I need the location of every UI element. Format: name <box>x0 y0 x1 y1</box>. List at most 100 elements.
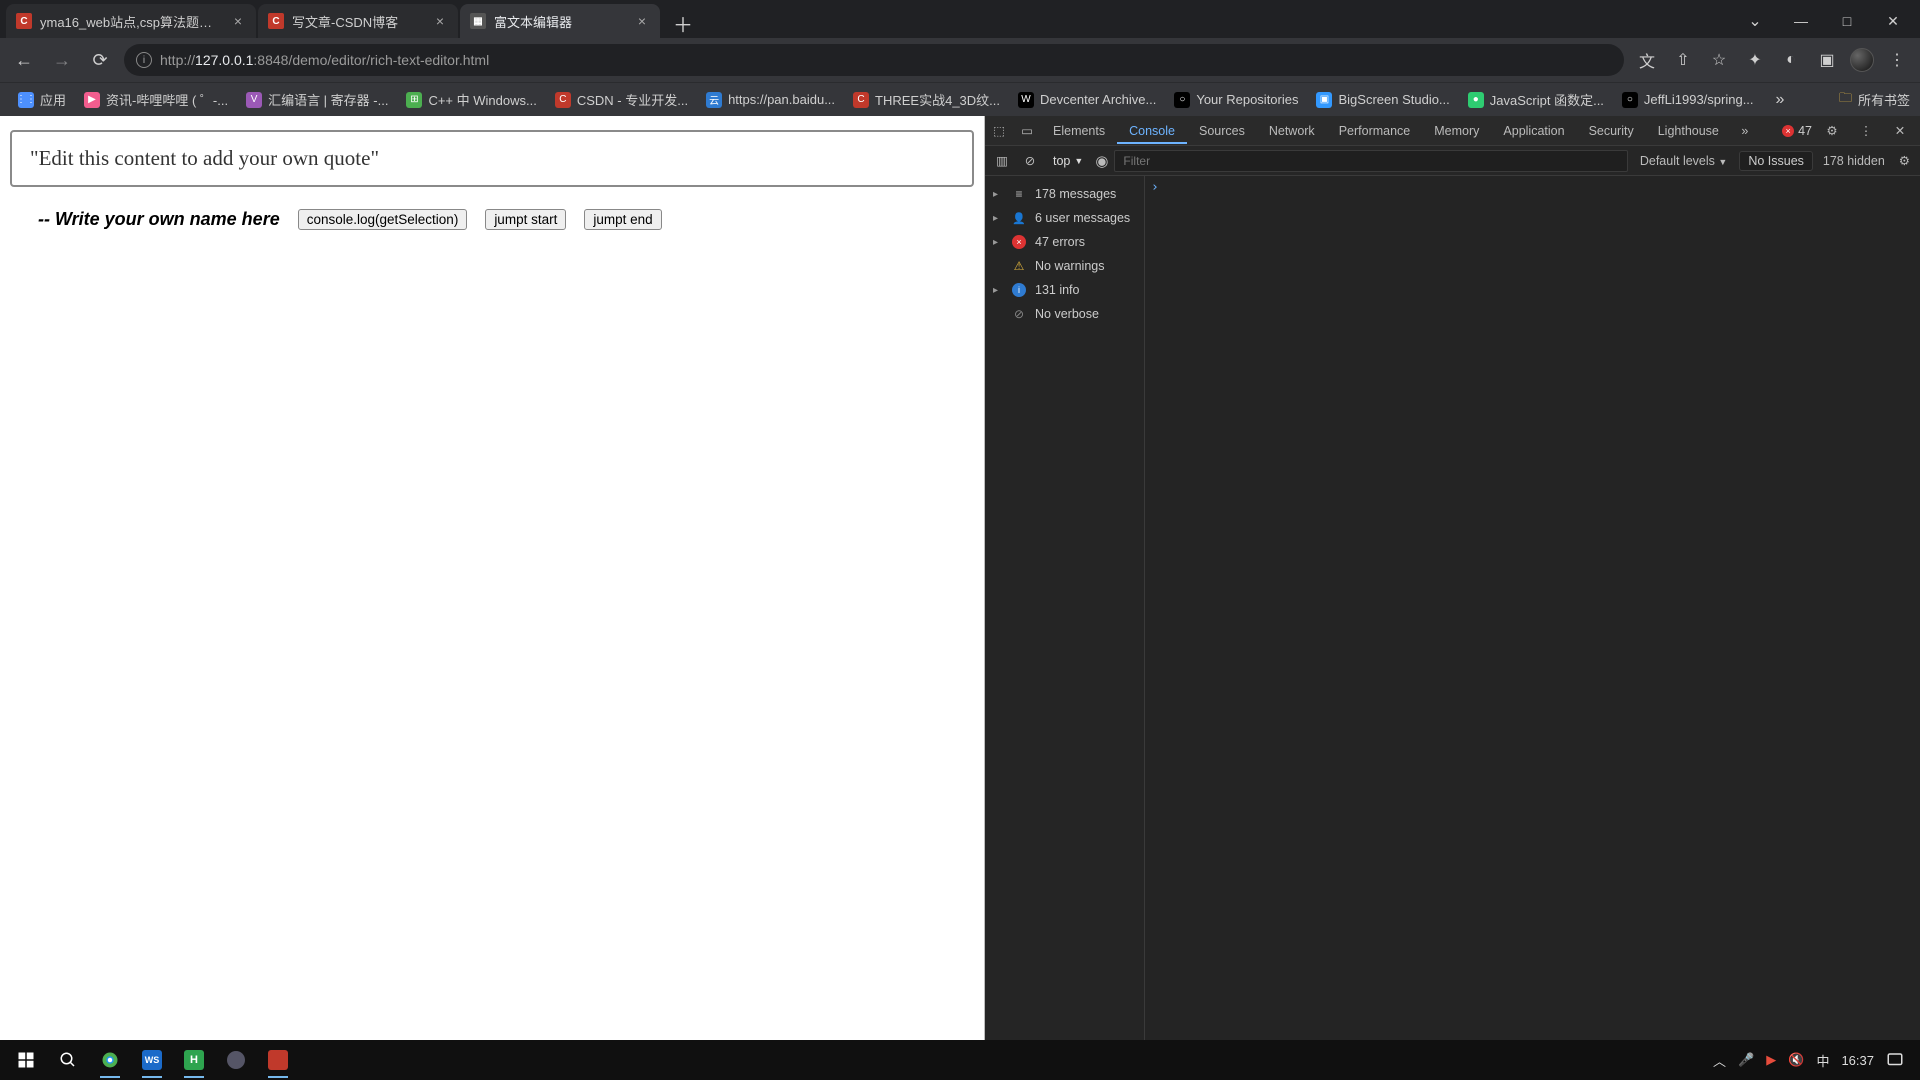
bookmark-favicon-icon: ○ <box>1622 92 1638 108</box>
devtools-tab-security[interactable]: Security <box>1577 118 1646 144</box>
bookmark-favicon-icon: ▶ <box>84 92 100 108</box>
bookmark-favicon-icon: V <box>246 92 262 108</box>
close-tab-icon[interactable]: × <box>432 13 448 29</box>
devtools-tab-sources[interactable]: Sources <box>1187 118 1257 144</box>
browser-tab-1[interactable]: C 写文章-CSDN博客 × <box>258 4 458 38</box>
hidden-count[interactable]: 178 hidden <box>1819 152 1889 170</box>
tray-expand-icon[interactable]: ︿ <box>1713 1051 1726 1070</box>
sidebar-row-errors[interactable]: ▸× 47 errors <box>989 230 1140 254</box>
sidebar-row-verbose[interactable]: No verbose <box>989 302 1140 326</box>
kebab-menu-icon[interactable]: ⋮ <box>1884 47 1910 73</box>
address-bar[interactable]: i http://127.0.0.1:8848/demo/editor/rich… <box>124 44 1624 76</box>
devtools-menu-icon[interactable]: ⋮ <box>1852 117 1880 145</box>
log-levels-dropdown[interactable]: Default levels ▼ <box>1634 152 1733 170</box>
sidebar-row-user[interactable]: ▸ 6 user messages <box>989 206 1140 230</box>
bookmark-item-7[interactable]: WDevcenter Archive... <box>1010 88 1164 112</box>
devtools-tab-performance[interactable]: Performance <box>1327 118 1423 144</box>
bookmark-item-6[interactable]: CTHREE实战4_3D纹... <box>845 86 1008 113</box>
bookmark-item-2[interactable]: V汇编语言 | 寄存器 -... <box>238 86 396 113</box>
start-button[interactable] <box>6 1040 46 1080</box>
bookmark-item-10[interactable]: ●JavaScript 函数定... <box>1460 86 1612 113</box>
all-bookmarks-button[interactable]: 🗀 所有书签 <box>1839 89 1910 111</box>
console-settings-icon[interactable]: ⚙ <box>1895 151 1914 170</box>
devtools-close-icon[interactable]: ✕ <box>1886 117 1914 145</box>
sidebar-row-warnings[interactable]: No warnings <box>989 254 1140 278</box>
all-bookmarks-label: 所有书签 <box>1858 90 1910 109</box>
signature-text[interactable]: -- Write your own name here <box>38 209 280 230</box>
bookmark-item-0[interactable]: ⋮⋮应用 <box>10 86 74 113</box>
taskbar-app-generic1[interactable] <box>216 1040 256 1080</box>
devtools-overflow-icon[interactable]: » <box>1731 117 1759 145</box>
close-tab-icon[interactable]: × <box>230 13 246 29</box>
back-button[interactable]: ← <box>10 46 38 74</box>
bookmarks-bar: ⋮⋮应用▶资讯-哔哩哔哩 ( ゜-...V汇编语言 | 寄存器 -...⊞C++… <box>0 82 1920 116</box>
taskbar-app-chrome[interactable] <box>90 1040 130 1080</box>
notifications-icon[interactable] <box>1886 1051 1904 1069</box>
bookmark-favicon-icon: ● <box>1468 92 1484 108</box>
tray-status-icon[interactable]: ▶ <box>1766 1052 1776 1068</box>
devtools-tab-network[interactable]: Network <box>1257 118 1327 144</box>
close-window-icon[interactable]: ✕ <box>1870 4 1916 38</box>
jump-start-button[interactable]: jumpt start <box>485 209 566 230</box>
bookmark-item-5[interactable]: 云https://pan.baidu... <box>698 88 843 112</box>
browser-tab-0[interactable]: C yma16_web站点,csp算法题目,C × <box>6 4 256 38</box>
bookmark-favicon-icon: W <box>1018 92 1034 108</box>
close-tab-icon[interactable]: × <box>634 13 650 29</box>
reload-button[interactable]: ⟳ <box>86 46 114 74</box>
minimize-icon[interactable]: — <box>1778 4 1824 38</box>
clear-console-icon[interactable]: ⊘ <box>1019 147 1041 175</box>
forward-button[interactable]: → <box>48 46 76 74</box>
console-sidebar-toggle-icon[interactable]: ▥ <box>991 147 1013 175</box>
taskbar-app-webstorm[interactable]: WS <box>132 1040 172 1080</box>
volume-icon[interactable]: 🔇 <box>1788 1052 1804 1068</box>
tab-title: yma16_web站点,csp算法题目,C <box>40 12 222 31</box>
console-output[interactable]: › <box>1145 176 1920 1040</box>
bookmark-item-9[interactable]: ▣BigScreen Studio... <box>1308 88 1457 112</box>
bookmark-item-4[interactable]: CCSDN - 专业开发... <box>547 86 696 113</box>
devtools-tab-memory[interactable]: Memory <box>1422 118 1491 144</box>
devtools-tab-lighthouse[interactable]: Lighthouse <box>1646 118 1731 144</box>
sidebar-row-info[interactable]: ▸i 131 info <box>989 278 1140 302</box>
favicon-icon: ▦ <box>470 13 486 29</box>
bookmark-item-3[interactable]: ⊞C++ 中 Windows... <box>398 86 544 113</box>
bookmark-item-8[interactable]: ○Your Repositories <box>1166 88 1306 112</box>
bookmarks-overflow-icon[interactable]: » <box>1770 87 1791 113</box>
profile-avatar[interactable] <box>1850 48 1874 72</box>
bookmark-item-11[interactable]: ○JeffLi1993/spring... <box>1614 88 1762 112</box>
issues-badge[interactable]: No Issues <box>1739 151 1813 171</box>
device-toggle-icon[interactable]: ▭ <box>1013 117 1041 145</box>
bookmark-label: 应用 <box>40 90 66 109</box>
info-icon: i <box>1011 282 1027 298</box>
taskbar-app-hbuilder[interactable]: H <box>174 1040 214 1080</box>
maximize-icon[interactable]: □ <box>1824 4 1870 38</box>
share-icon[interactable]: ⇧ <box>1670 47 1696 73</box>
microphone-icon[interactable]: 🎤 <box>1738 1052 1754 1068</box>
inspect-element-icon[interactable]: ⬚ <box>985 117 1013 145</box>
clock[interactable]: 16:37 <box>1841 1053 1874 1068</box>
console-log-button[interactable]: console.log(getSelection) <box>298 209 468 230</box>
devtools-tab-application[interactable]: Application <box>1491 118 1576 144</box>
search-button[interactable] <box>48 1040 88 1080</box>
translate-icon[interactable]: 文 <box>1634 47 1660 73</box>
ime-indicator[interactable]: 中 <box>1816 1051 1829 1070</box>
browser-tab-2[interactable]: ▦ 富文本编辑器 × <box>460 4 660 38</box>
bookmark-item-1[interactable]: ▶资讯-哔哩哔哩 ( ゜-... <box>76 86 236 113</box>
bookmark-star-icon[interactable]: ☆ <box>1706 47 1732 73</box>
devtools-tab-console[interactable]: Console <box>1117 118 1187 144</box>
live-expression-icon[interactable]: ◉ <box>1095 152 1108 170</box>
extension-pin-icon[interactable]: ◐ <box>1778 47 1804 73</box>
taskbar-app-generic2[interactable] <box>258 1040 298 1080</box>
devtools-settings-icon[interactable]: ⚙ <box>1818 117 1846 145</box>
extensions-icon[interactable]: ✦ <box>1742 47 1768 73</box>
devtools-tab-elements[interactable]: Elements <box>1041 118 1117 144</box>
error-count-badge[interactable]: ×47 <box>1782 124 1812 138</box>
sidebar-row-messages[interactable]: ▸ 178 messages <box>989 182 1140 206</box>
chevron-down-icon[interactable]: ⌄ <box>1732 4 1778 38</box>
execution-context-dropdown[interactable]: top▼ <box>1047 152 1089 170</box>
jump-end-button[interactable]: jumpt end <box>584 209 661 230</box>
console-filter-input[interactable] <box>1114 150 1627 172</box>
sidepanel-icon[interactable]: ▣ <box>1814 47 1840 73</box>
quote-editable[interactable]: "Edit this content to add your own quote… <box>10 130 974 187</box>
site-info-icon[interactable]: i <box>136 52 152 68</box>
new-tab-button[interactable]: ＋ <box>668 8 698 38</box>
